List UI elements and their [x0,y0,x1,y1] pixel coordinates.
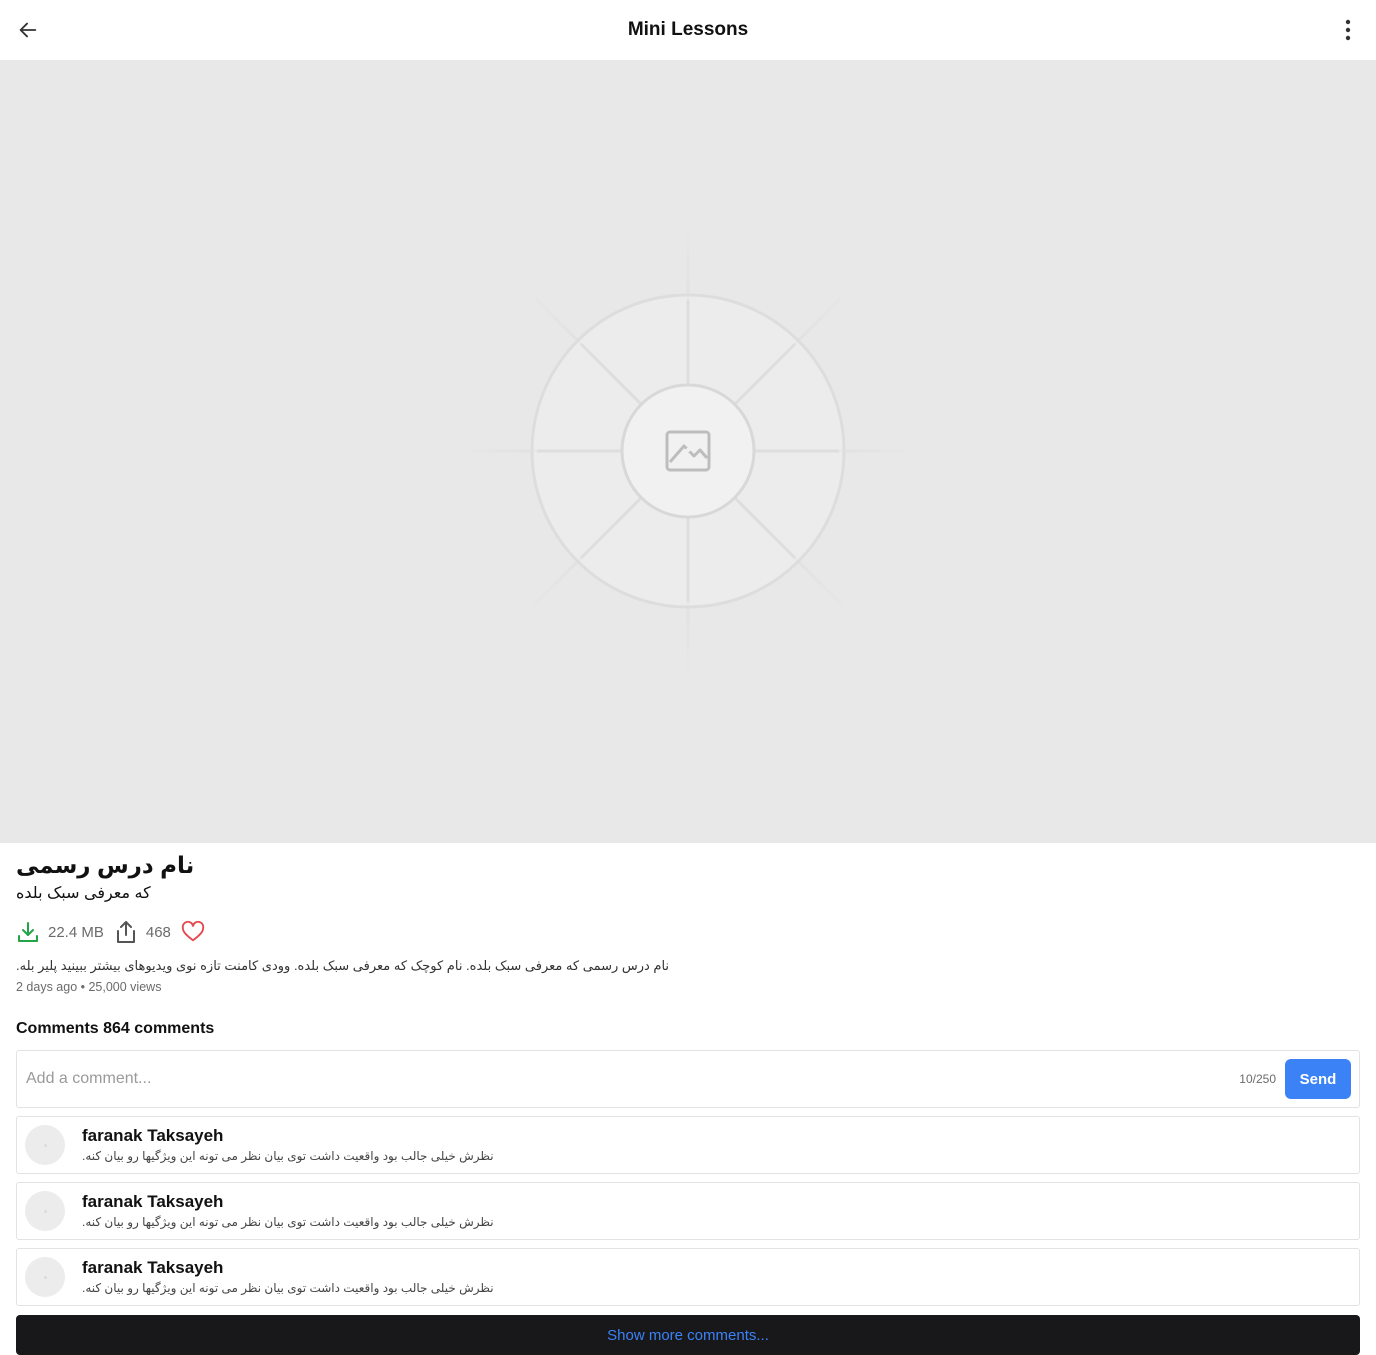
lesson-meta: 2 days ago • 25,000 views [16,980,162,994]
avatar [25,1125,65,1165]
lesson-description: نام درس رسمی که معرفی سبک بلده. نام کوچک… [16,958,670,973]
send-button[interactable]: Send [1285,1059,1351,1099]
lesson-title: نام درس رسمی [16,852,195,878]
page-title: Mini Lessons [627,19,749,40]
comment-composer: 10/250 Send [16,1050,1360,1108]
share-count: 468 [145,923,171,941]
lesson-subtitle: که معرفی سبک بلده [16,885,151,902]
comment-item: faranak Taksayeh نظرش خیلی جالب بود واقع… [16,1116,1360,1174]
back-button[interactable] [14,16,42,44]
file-size: 22.4 MB [48,923,104,941]
more-vertical-icon [1345,19,1351,41]
lesson-stats: 22.4 MB 468 [16,918,1360,946]
comment-author: faranak Taksayeh [82,1258,224,1277]
comment-author: faranak Taksayeh [82,1126,224,1145]
lesson-details: نام درس رسمی که معرفی سبک بلده 22.4 MB 4… [16,850,1360,1355]
share-icon [116,921,135,943]
top-app-bar: Mini Lessons [0,0,1376,60]
avatar [25,1257,65,1297]
more-menu-button[interactable] [1336,16,1360,44]
heart-icon [181,920,204,942]
avatar [25,1191,65,1231]
download-icon [18,922,38,942]
comment-item: faranak Taksayeh نظرش خیلی جالب بود واقع… [16,1248,1360,1306]
comment-item: faranak Taksayeh نظرش خیلی جالب بود واقع… [16,1182,1360,1240]
character-counter: 10/250 [1239,1072,1276,1086]
show-more-comments-button[interactable]: Show more comments... [16,1315,1360,1355]
comment-text: نظرش خیلی جالب بود واقعیت داشت توی بیان … [82,1215,494,1229]
like-button[interactable] [181,920,205,944]
comments-heading: Comments 864 comments [16,1020,215,1037]
comment-text: نظرش خیلی جالب بود واقعیت داشت توی بیان … [82,1149,494,1163]
placeholder-graphic [467,230,909,672]
comment-text: نظرش خیلی جالب بود واقعیت داشت توی بیان … [82,1281,494,1295]
comment-author: faranak Taksayeh [82,1192,224,1211]
download-button[interactable] [16,920,40,944]
arrow-left-icon [19,22,37,38]
comment-input[interactable] [26,1070,1240,1088]
share-button[interactable] [114,920,138,944]
video-placeholder[interactable] [0,60,1376,843]
